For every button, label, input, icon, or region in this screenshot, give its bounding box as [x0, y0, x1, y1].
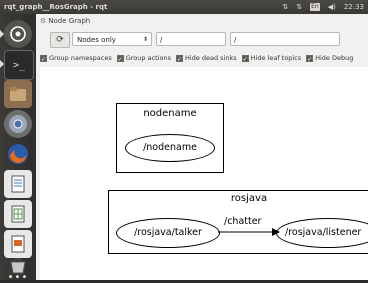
option-label: Group namespaces [49, 54, 112, 62]
checkbox-checked-icon[interactable]: ✓ [176, 54, 183, 63]
mode-combobox[interactable]: Nodes only ⬍ [72, 32, 152, 46]
amazon-icon[interactable]: ••• [4, 272, 32, 283]
plugin-title: Node Graph [48, 17, 91, 25]
node-filter-value: / [160, 36, 163, 44]
clock[interactable]: 22:33 [344, 0, 364, 14]
mode-value: Nodes only [77, 36, 116, 44]
node-filter-input[interactable]: / [156, 32, 226, 46]
keyboard-layout-indicator[interactable]: En [310, 3, 320, 11]
firefox-icon[interactable] [4, 140, 32, 168]
group-namespaces-option[interactable]: ✓ Group namespaces [40, 52, 112, 64]
graph-node-talker[interactable]: /rosjava/talker [116, 218, 220, 248]
plugin-title-bar: ⚙ Node Graph [36, 14, 368, 28]
option-label: Hide dead sinks [185, 54, 237, 62]
edge-label-chatter[interactable]: /chatter [224, 216, 261, 227]
volume-icon[interactable]: ◀) [328, 0, 336, 14]
top-panel: rqt_graph__RosGraph - rqt ⇅ ⇅ En ◀) 22:3… [0, 0, 368, 14]
indicator-area: ⇅ ⇅ En ◀) 22:33 [282, 0, 364, 14]
checkbox-checked-icon[interactable]: ✓ [241, 54, 249, 63]
topic-filter-value: / [234, 36, 237, 44]
option-label: Hide leaf topics [250, 54, 302, 62]
files-icon[interactable] [4, 80, 32, 108]
writer-icon[interactable] [4, 170, 32, 198]
refresh-button[interactable]: ⟳ [50, 32, 70, 48]
launcher: >_ ••• [0, 14, 36, 283]
graph-options: ✓ Group namespaces ✓ Group actions ✓ Hid… [40, 52, 368, 64]
checkbox-checked-icon[interactable]: ✓ [306, 54, 314, 63]
network-icon[interactable]: ⇅ [282, 0, 288, 14]
transfer-icon[interactable]: ⇅ [296, 0, 302, 14]
checkbox-checked-icon[interactable]: ✓ [40, 54, 47, 63]
dash-icon[interactable] [4, 20, 32, 48]
toolbar: ⟳ Nodes only ⬍ / / [36, 32, 368, 48]
graph-edges [218, 228, 280, 236]
node-label: /rosjava/listener [285, 227, 362, 238]
graph-canvas[interactable]: nodename /nodename rosjava /rosjava/talk… [40, 67, 368, 280]
rqt-window: ⚙ Node Graph ⟳ Nodes only ⬍ / / ✓ Group n… [36, 14, 368, 280]
hide-leaf-topics-option[interactable]: ✓ Hide leaf topics [241, 52, 302, 64]
combo-arrow-icon: ⬍ [142, 36, 148, 43]
option-label: Group actions [125, 54, 171, 62]
hide-dead-sinks-option[interactable]: ✓ Hide dead sinks [176, 52, 237, 64]
option-label: Hide Debug [315, 54, 354, 62]
window-title: rqt_graph__RosGraph - rqt [4, 3, 108, 11]
topic-filter-input[interactable]: / [230, 32, 340, 46]
node-label: /rosjava/talker [134, 227, 202, 238]
group-actions-option[interactable]: ✓ Group actions [116, 52, 171, 64]
chromium-icon[interactable] [4, 110, 32, 138]
hide-debug-option[interactable]: ✓ Hide Debug [306, 52, 353, 64]
terminal-icon[interactable]: >_ [4, 50, 34, 80]
checkbox-checked-icon[interactable]: ✓ [116, 54, 124, 63]
plugin-icon: ⚙ [40, 17, 47, 25]
calc-icon[interactable] [4, 200, 32, 228]
refresh-icon: ⟳ [56, 35, 64, 45]
